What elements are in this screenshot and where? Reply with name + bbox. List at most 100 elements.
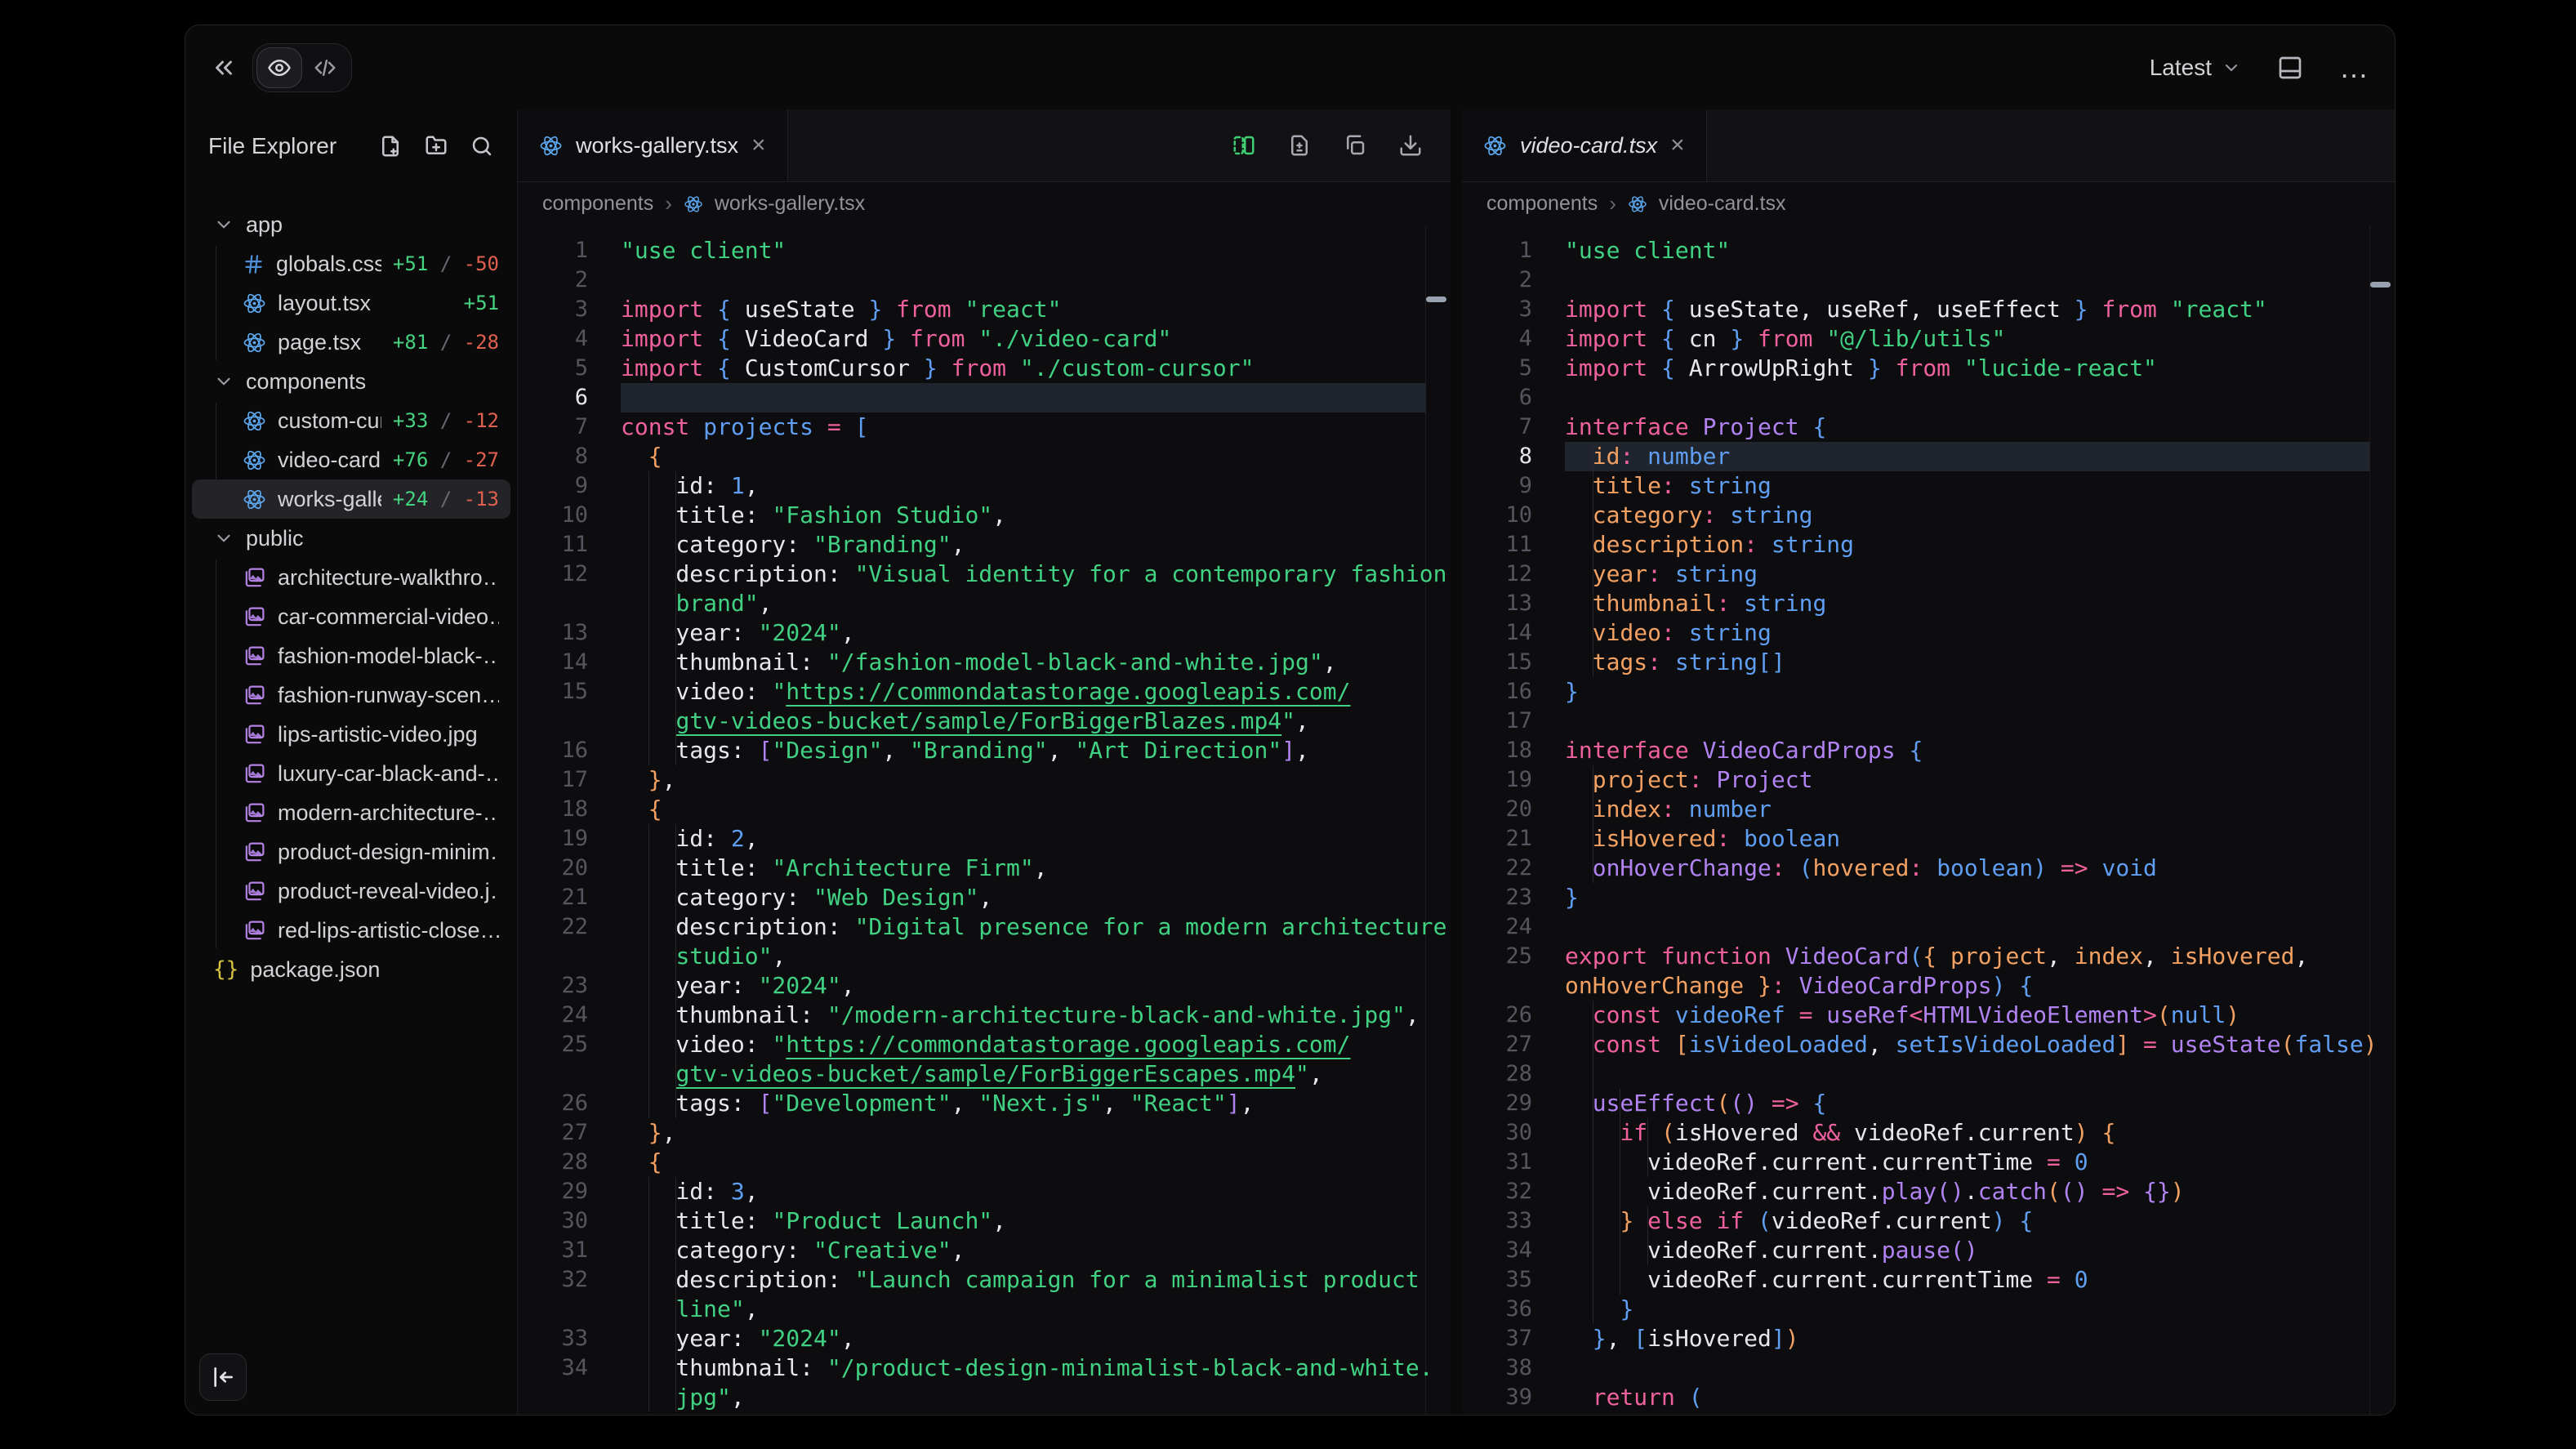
code-line[interactable]: 27 }, xyxy=(518,1118,1451,1148)
code-line[interactable]: 4import { cn } from "@/lib/utils" xyxy=(1462,324,2395,354)
folder-row-app[interactable]: app xyxy=(192,205,510,244)
folder-row-components[interactable]: components xyxy=(192,362,510,401)
file-row[interactable]: modern-architecture-… xyxy=(192,793,510,832)
file-row[interactable]: works-galler…+24 / -13 xyxy=(192,479,510,519)
new-folder-icon[interactable] xyxy=(424,134,448,158)
scrollbar-thumb[interactable] xyxy=(2370,282,2391,288)
breadcrumb-file[interactable]: works-gallery.tsx xyxy=(715,192,865,216)
code-line[interactable]: 32 videoRef.current.play().catch(() => {… xyxy=(1462,1177,2395,1206)
code-line[interactable]: 7interface Project { xyxy=(1462,412,2395,442)
file-row[interactable]: architecture-walkthro… xyxy=(192,558,510,597)
breadcrumb-folder[interactable]: components xyxy=(1486,192,1598,216)
file-row[interactable]: fashion-runway-scen… xyxy=(192,675,510,715)
code-line[interactable]: gtv-videos-bucket/sample/ForBiggerEscape… xyxy=(518,1059,1451,1089)
code-line[interactable]: 13 thumbnail: string xyxy=(1462,589,2395,618)
code-line[interactable]: 1"use client" xyxy=(1462,236,2395,265)
breadcrumb-folder[interactable]: components xyxy=(542,192,653,216)
code-line[interactable]: 21 category: "Web Design", xyxy=(518,883,1451,912)
code-line[interactable]: 28 { xyxy=(518,1148,1451,1177)
code-line[interactable]: 7const projects = [ xyxy=(518,412,1451,442)
code-line[interactable]: 18 { xyxy=(518,795,1451,824)
code-line[interactable]: 35 videoRef.current.currentTime = 0 xyxy=(1462,1265,2395,1295)
code-line[interactable]: jpg", xyxy=(518,1383,1451,1412)
code-line[interactable]: 23 year: "2024", xyxy=(518,971,1451,1001)
collapse-panel-button[interactable] xyxy=(199,1353,247,1401)
download-icon[interactable] xyxy=(1398,133,1423,158)
version-dropdown[interactable]: Latest xyxy=(2150,55,2241,81)
code-line[interactable]: 25 video: "https://commondatastorage.goo… xyxy=(518,1030,1451,1059)
file-row[interactable]: video-card.tsx+76 / -27 xyxy=(192,440,510,479)
code-line[interactable]: 26 tags: ["Development", "Next.js", "Rea… xyxy=(518,1089,1451,1118)
code-line[interactable]: 31 videoRef.current.currentTime = 0 xyxy=(1462,1148,2395,1177)
code-line[interactable]: 37 }, [isHovered]) xyxy=(1462,1324,2395,1353)
file-row[interactable]: page.tsx+81 / -28 xyxy=(192,323,510,362)
code-line[interactable]: 16} xyxy=(1462,677,2395,707)
code-line[interactable]: 11 category: "Branding", xyxy=(518,530,1451,560)
code-line[interactable]: 11 description: string xyxy=(1462,530,2395,560)
code-line[interactable]: 1"use client" xyxy=(518,236,1451,265)
file-row[interactable]: globals.css+51 / -50 xyxy=(192,244,510,283)
code-line[interactable]: 4import { VideoCard } from "./video-card… xyxy=(518,324,1451,354)
code-line[interactable]: 14 video: string xyxy=(1462,618,2395,648)
code-line[interactable]: 38 xyxy=(1462,1353,2395,1383)
code-line[interactable]: 25export function VideoCard({ project, i… xyxy=(1462,942,2395,971)
code-line[interactable]: 23} xyxy=(1462,883,2395,912)
split-diff-icon[interactable] xyxy=(1232,133,1256,158)
code-line[interactable]: line", xyxy=(518,1295,1451,1324)
code-line[interactable]: 5import { CustomCursor } from "./custom-… xyxy=(518,354,1451,383)
code-line[interactable]: 33 year: "2024", xyxy=(518,1324,1451,1353)
tab-works-gallery.tsx[interactable]: works-gallery.tsx× xyxy=(518,109,788,181)
file-row[interactable]: lips-artistic-video.jpg xyxy=(192,715,510,754)
code-line[interactable]: 30 if (isHovered && videoRef.current) { xyxy=(1462,1118,2395,1148)
code-line[interactable]: 8 id: number xyxy=(1462,442,2395,471)
code-line[interactable]: 2 xyxy=(1462,265,2395,295)
code-line[interactable]: 10 title: "Fashion Studio", xyxy=(518,501,1451,530)
copy-icon[interactable] xyxy=(1343,133,1367,158)
code-editor[interactable]: 1"use client"23import { useState, useRef… xyxy=(1462,225,2395,1415)
search-icon[interactable] xyxy=(470,134,494,158)
file-row[interactable]: car-commercial-video… xyxy=(192,597,510,636)
chevrons-left-icon[interactable] xyxy=(210,54,238,82)
code-line[interactable]: onHoverChange }: VideoCardProps) { xyxy=(1462,971,2395,1001)
code-line[interactable]: 18interface VideoCardProps { xyxy=(1462,736,2395,765)
code-line[interactable]: 12 description: "Visual identity for a c… xyxy=(518,560,1451,589)
code-line[interactable]: 19 id: 2, xyxy=(518,824,1451,854)
code-line[interactable]: 16 tags: ["Design", "Branding", "Art Dir… xyxy=(518,736,1451,765)
file-row[interactable]: layout.tsx+51 xyxy=(192,283,510,323)
code-line[interactable]: 29 id: 3, xyxy=(518,1177,1451,1206)
breadcrumb-file[interactable]: video-card.tsx xyxy=(1659,192,1786,216)
file-row[interactable]: {}package.json xyxy=(192,950,510,989)
file-diff-icon[interactable] xyxy=(1287,133,1312,158)
code-line[interactable]: 20 index: number xyxy=(1462,795,2395,824)
code-line[interactable]: 31 category: "Creative", xyxy=(518,1236,1451,1265)
code-line[interactable]: brand", xyxy=(518,589,1451,618)
code-line[interactable]: 8 { xyxy=(518,442,1451,471)
code-line[interactable]: 17 xyxy=(1462,707,2395,736)
code-line[interactable]: 15 tags: string[] xyxy=(1462,648,2395,677)
preview-toggle-button[interactable] xyxy=(256,47,302,88)
code-line[interactable]: 24 xyxy=(1462,912,2395,942)
file-row[interactable]: luxury-car-black-and-… xyxy=(192,754,510,793)
code-line[interactable]: 13 year: "2024", xyxy=(518,618,1451,648)
code-line[interactable]: 20 title: "Architecture Firm", xyxy=(518,854,1451,883)
breadcrumb[interactable]: components›video-card.tsx xyxy=(1462,182,2395,225)
code-line[interactable]: 12 year: string xyxy=(1462,560,2395,589)
code-line[interactable]: 3import { useState, useRef, useEffect } … xyxy=(1462,295,2395,324)
code-line[interactable]: 6 xyxy=(518,383,1451,412)
code-toggle-button[interactable] xyxy=(302,47,348,88)
code-line[interactable]: 22 description: "Digital presence for a … xyxy=(518,912,1451,942)
code-line[interactable]: 2 xyxy=(518,265,1451,295)
code-line[interactable]: 3import { useState } from "react" xyxy=(518,295,1451,324)
code-line[interactable]: 34 thumbnail: "/product-design-minimalis… xyxy=(518,1353,1451,1383)
file-row[interactable]: product-reveal-video.j… xyxy=(192,872,510,911)
code-line[interactable]: 10 category: string xyxy=(1462,501,2395,530)
new-file-icon[interactable] xyxy=(378,134,403,158)
code-line[interactable]: 28 xyxy=(1462,1059,2395,1089)
code-line[interactable]: 39 return ( xyxy=(1462,1383,2395,1412)
code-line[interactable]: 6 xyxy=(1462,383,2395,412)
code-line[interactable]: 9 title: string xyxy=(1462,471,2395,501)
breadcrumb[interactable]: components›works-gallery.tsx xyxy=(518,182,1451,225)
file-row[interactable]: fashion-model-black-… xyxy=(192,636,510,675)
code-line[interactable]: 19 project: Project xyxy=(1462,765,2395,795)
tab-video-card.tsx[interactable]: video-card.tsx× xyxy=(1462,109,1707,181)
